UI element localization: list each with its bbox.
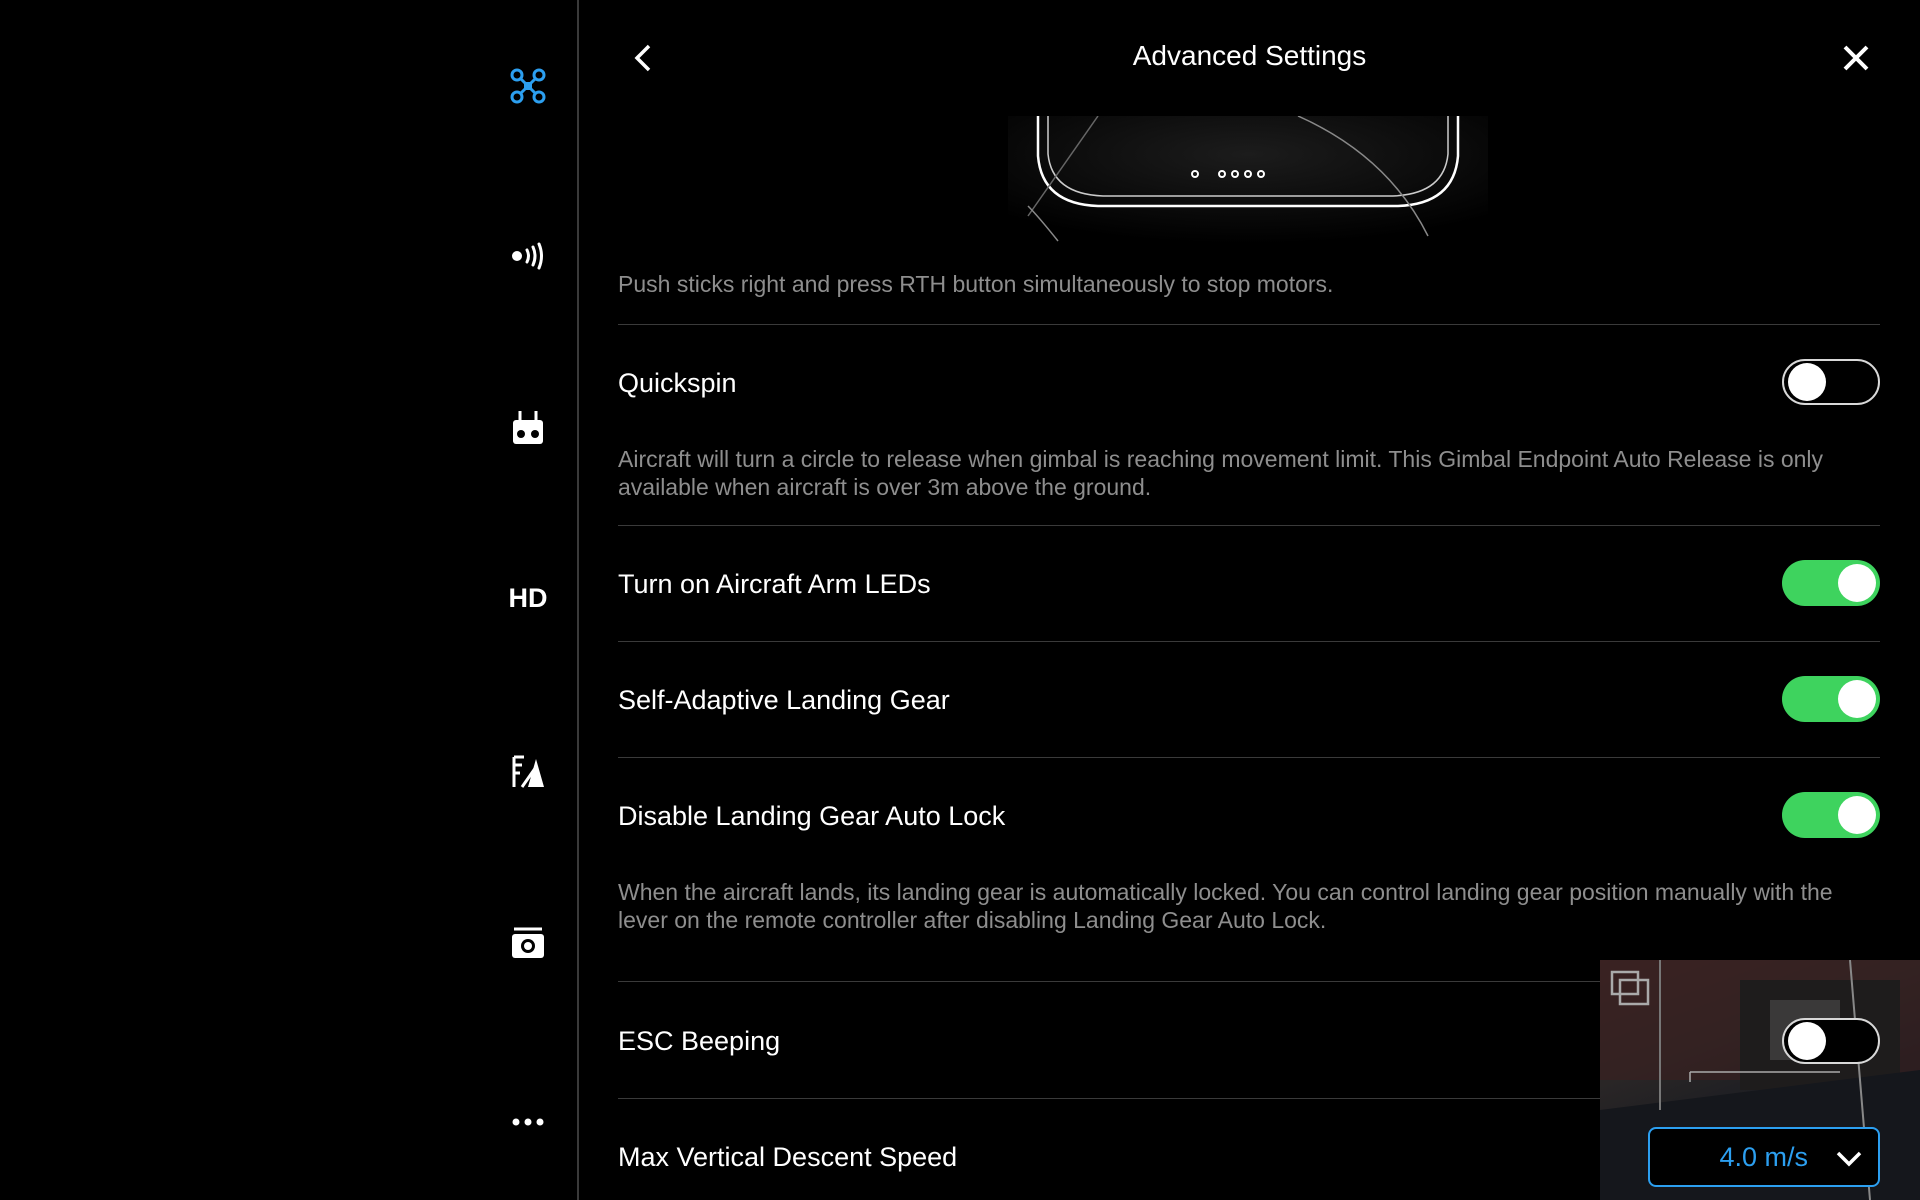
chevron-down-icon <box>1836 1151 1862 1167</box>
signal-icon-graphic <box>512 242 543 270</box>
camera-icon-graphic <box>512 927 544 958</box>
aircraft-icon-graphic <box>510 68 546 104</box>
toggle-knob <box>1838 680 1876 718</box>
quickspin-toggle[interactable] <box>1782 359 1880 405</box>
hd-label: HD <box>508 582 548 613</box>
gear-auto-lock-toggle[interactable] <box>1782 792 1880 838</box>
divider <box>618 324 1880 325</box>
esc-beeping-toggle[interactable] <box>1782 1018 1880 1064</box>
remote-controller-illustration <box>1008 116 1488 244</box>
toggle-knob <box>1838 796 1876 834</box>
arm-leds-toggle[interactable] <box>1782 560 1880 606</box>
toggle-knob <box>1788 363 1826 401</box>
divider <box>618 757 1880 758</box>
divider <box>618 641 1880 642</box>
swap-view-icon <box>1610 970 1650 1006</box>
divider <box>618 525 1880 526</box>
close-button[interactable] <box>1836 38 1876 78</box>
remote-controller-icon[interactable] <box>500 400 556 456</box>
quickspin-label: Quickspin <box>618 368 737 398</box>
descent-speed-value: 4.0 m/s <box>1719 1141 1808 1172</box>
toggle-knob <box>1788 1022 1826 1060</box>
remote-controller-icon-graphic <box>513 411 543 444</box>
page-title: Advanced Settings <box>1132 40 1367 71</box>
toggle-knob <box>1838 564 1876 602</box>
quickspin-hint: Aircraft will turn a circle to release w… <box>618 446 1824 500</box>
header: Advanced Settings <box>579 0 1920 116</box>
stop-motors-hint: Push sticks right and press RTH button s… <box>618 271 1334 297</box>
battery-icon-graphic <box>512 755 544 788</box>
esc-beeping-label: ESC Beeping <box>618 1026 781 1056</box>
arm-leds-label: Turn on Aircraft Arm LEDs <box>618 569 931 599</box>
landing-gear-label: Self-Adaptive Landing Gear <box>618 685 950 715</box>
sidebar: HD <box>0 0 579 1200</box>
gear-auto-lock-hint: When the aircraft lands, its landing gea… <box>618 879 1833 933</box>
camera-icon[interactable] <box>500 915 556 971</box>
descent-speed-label: Max Vertical Descent Speed <box>618 1142 958 1172</box>
battery-icon[interactable] <box>500 743 556 799</box>
landing-gear-toggle[interactable] <box>1782 676 1880 722</box>
gear-auto-lock-label: Disable Landing Gear Auto Lock <box>618 801 1006 831</box>
more-icon[interactable] <box>500 1086 556 1142</box>
close-icon <box>1843 45 1869 71</box>
descent-speed-select[interactable]: 4.0 m/s <box>1648 1127 1880 1187</box>
aircraft-icon[interactable] <box>500 58 556 114</box>
signal-icon[interactable] <box>500 228 556 284</box>
more-icon-graphic <box>512 1118 544 1126</box>
hd-transmission-icon[interactable]: HD <box>500 570 556 626</box>
